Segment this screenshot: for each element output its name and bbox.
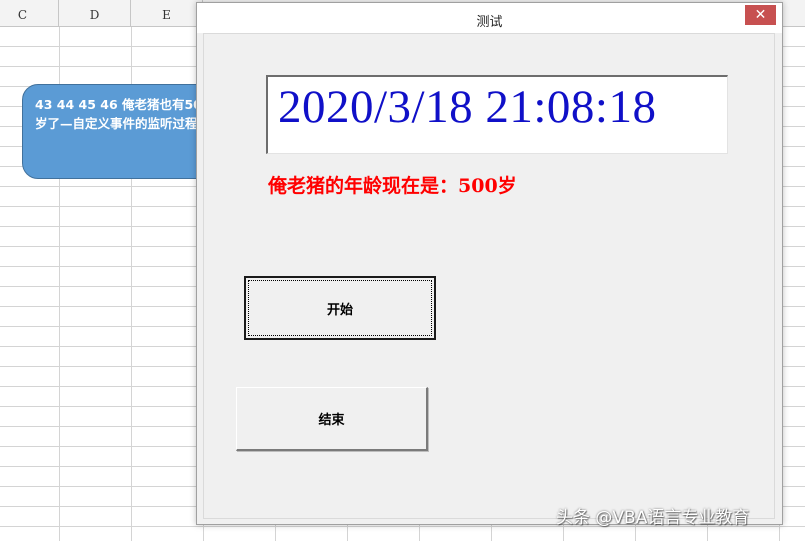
watermark: 头条 @VBA语言专业教育 [556, 508, 750, 528]
dialog-client-area: 2020/3/18 21:08:18 俺老猪的年龄现在是：500岁 开始 结束 [203, 33, 775, 519]
dialog-titlebar[interactable]: 测试 ✕ [197, 3, 782, 33]
clock-textbox[interactable]: 2020/3/18 21:08:18 [266, 75, 728, 154]
column-header-d[interactable]: D [59, 0, 131, 26]
clock-value: 2020/3/18 21:08:18 [278, 81, 657, 133]
age-label: 俺老猪的年龄现在是：500岁 [268, 175, 517, 197]
column-header-c[interactable]: C [0, 0, 59, 26]
dialog-window: 测试 ✕ 2020/3/18 21:08:18 俺老猪的年龄现在是：500岁 开… [196, 2, 783, 525]
callout-text: 43 44 45 46 俺老猪也有500岁了—自定义事件的监听过程 [35, 97, 211, 131]
start-button-label: 开始 [326, 302, 353, 318]
dialog-title: 测试 [476, 15, 503, 30]
end-button[interactable]: 结束 [236, 387, 428, 451]
close-button[interactable]: ✕ [745, 5, 776, 25]
close-icon: ✕ [754, 7, 767, 23]
end-button-label: 结束 [318, 413, 345, 428]
start-button[interactable]: 开始 [244, 276, 436, 340]
column-header-e[interactable]: E [131, 0, 203, 26]
